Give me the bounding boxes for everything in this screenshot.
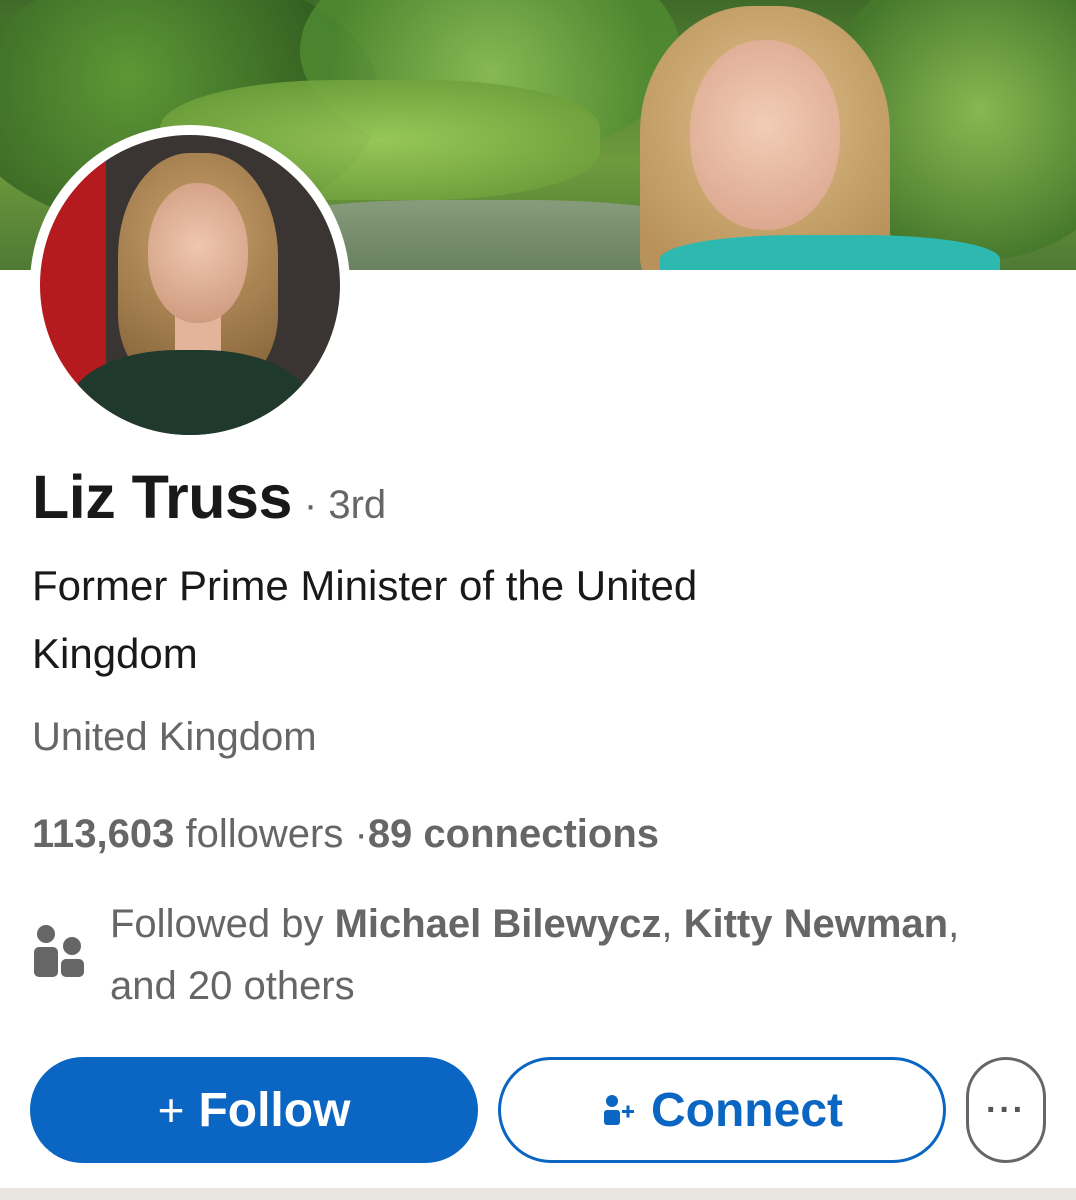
mutual-followers[interactable]: Followed by Michael Bilewycz, Kitty Newm… xyxy=(110,893,1030,1017)
name-row: Liz Truss · 3rd xyxy=(32,462,386,532)
connections-link[interactable]: 89 connections xyxy=(368,812,659,856)
profile-headline: Former Prime Minister of the United King… xyxy=(32,562,698,677)
profile-stats: 113,603 followers ·89 connections xyxy=(32,812,659,857)
followers-count: 113,603 xyxy=(32,812,175,856)
more-icon: ··· xyxy=(986,1090,1026,1129)
follow-label: Follow xyxy=(198,1083,351,1137)
cover-person-face xyxy=(690,40,840,230)
plus-icon: + xyxy=(157,1084,185,1136)
mutual-name-1[interactable]: Michael Bilewycz xyxy=(335,902,662,946)
add-person-icon xyxy=(604,1095,634,1125)
mutual-prefix: Followed by xyxy=(110,902,335,946)
profile-name: Liz Truss xyxy=(32,463,292,531)
section-divider xyxy=(0,1188,1076,1200)
more-options-button[interactable]: ··· xyxy=(966,1057,1046,1163)
mutual-sep: , xyxy=(661,902,684,946)
connection-degree: · 3rd xyxy=(303,483,387,527)
follow-button[interactable]: + Follow xyxy=(30,1057,478,1163)
people-icon xyxy=(34,925,84,977)
mutual-name-2[interactable]: Kitty Newman xyxy=(684,902,949,946)
profile-avatar[interactable] xyxy=(30,125,350,445)
connect-button[interactable]: Connect xyxy=(498,1057,946,1163)
connect-label: Connect xyxy=(651,1083,843,1137)
followers-label: followers xyxy=(185,812,344,856)
avatar-jacket xyxy=(70,350,310,435)
cover-person-top xyxy=(660,235,1000,270)
stats-separator: · xyxy=(354,812,368,856)
avatar-face xyxy=(148,183,248,323)
profile-location: United Kingdom xyxy=(32,715,317,759)
